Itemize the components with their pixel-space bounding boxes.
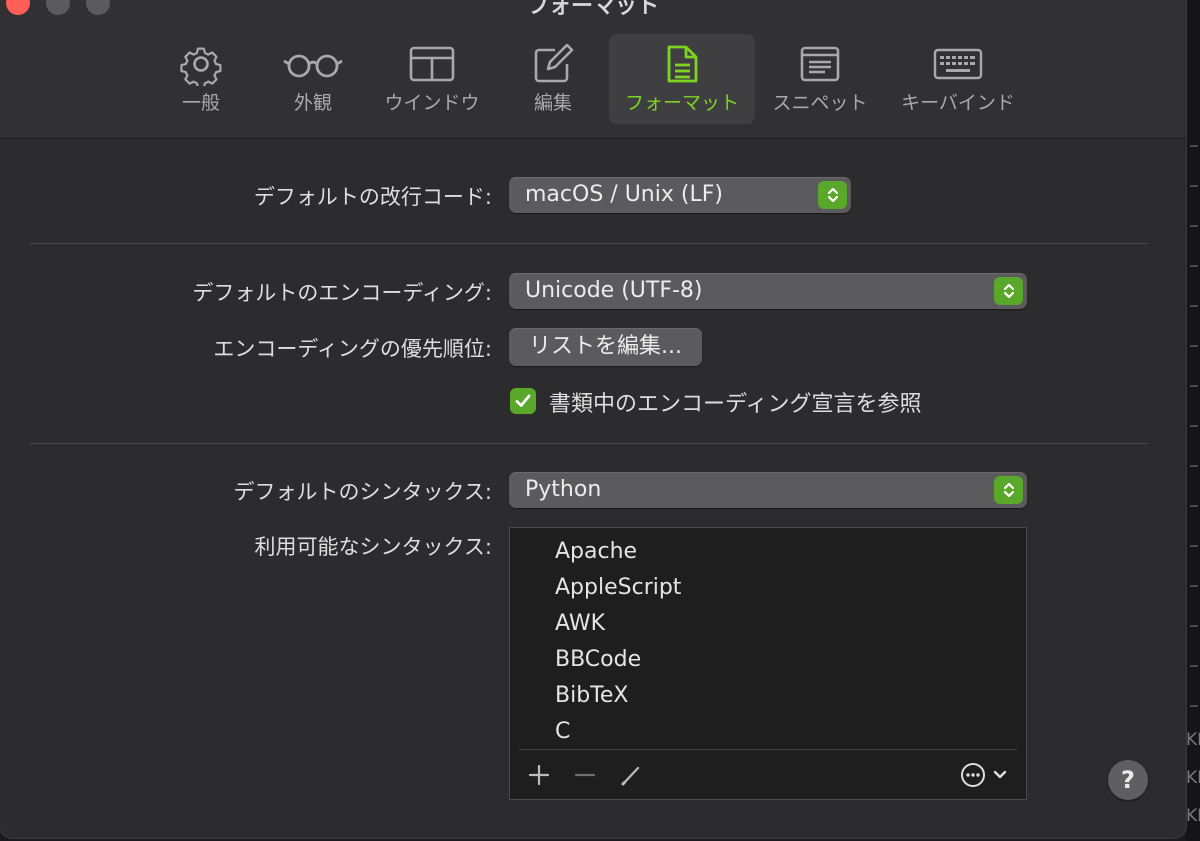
bg-line <box>1190 665 1198 667</box>
bg-line <box>1190 145 1198 147</box>
tab-label: ウインドウ <box>384 92 480 114</box>
tab-snippets[interactable]: スニペット <box>764 34 876 124</box>
document-icon <box>665 44 699 84</box>
edit-list-button[interactable]: リストを編集... <box>509 328 702 366</box>
plus-icon <box>528 764 550 786</box>
bg-text: KE <box>1186 806 1200 826</box>
list-item[interactable]: BibTeX <box>555 683 628 708</box>
encoding-priority-label: エンコーディングの優先順位: <box>213 337 492 361</box>
chevron-updown-icon <box>994 476 1023 504</box>
encoding-label: デフォルトのエンコーディング: <box>192 281 492 305</box>
available-syntax-list[interactable]: Apache AppleScript AWK BBCode BibTeX C <box>509 527 1027 800</box>
chevron-updown-icon <box>818 181 847 209</box>
section-divider <box>30 443 1148 444</box>
window-icon <box>408 44 456 84</box>
default-syntax-label: デフォルトのシンタックス: <box>233 480 492 504</box>
list-item[interactable]: BBCode <box>555 647 641 672</box>
tab-edit[interactable]: 編集 <box>508 34 598 124</box>
refer-declaration-checkbox[interactable] <box>510 388 536 414</box>
bg-line <box>1190 505 1198 507</box>
background-window-edge: KE KE KE <box>1186 0 1200 841</box>
bg-line <box>1190 385 1198 387</box>
tab-label: 外観 <box>293 92 332 114</box>
minus-icon <box>574 773 596 777</box>
available-syntax-label: 利用可能なシンタックス: <box>254 535 492 559</box>
tab-label: キーバインド <box>901 92 1015 114</box>
tab-label: 一般 <box>181 92 220 114</box>
toolbar: フォーマット 一般 外観 ウインドウ 編集 フォーマット スニペット キーバイン… <box>0 0 1186 139</box>
bg-line <box>1190 705 1198 707</box>
refer-declaration-label[interactable]: 書類中のエンコーディング宣言を参照 <box>549 386 921 418</box>
line-ending-label: デフォルトの改行コード: <box>253 185 492 209</box>
tab-format[interactable]: フォーマット <box>609 34 755 124</box>
bg-text: KE <box>1186 730 1200 750</box>
tab-keybindings[interactable]: キーバインド <box>892 34 1024 124</box>
default-syntax-value: Python <box>525 477 602 502</box>
list-footer-divider <box>519 749 1017 750</box>
bg-line <box>1190 265 1198 267</box>
snippet-icon <box>799 44 841 84</box>
bg-line <box>1190 585 1198 587</box>
preferences-window: フォーマット 一般 外観 ウインドウ 編集 フォーマット スニペット キーバイン… <box>0 0 1186 838</box>
pencil-icon <box>621 766 640 786</box>
tab-general[interactable]: 一般 <box>156 34 246 124</box>
encoding-popup[interactable]: Unicode (UTF-8) <box>509 273 1027 309</box>
bg-line <box>1190 465 1198 467</box>
bg-line <box>1190 305 1198 307</box>
list-item[interactable]: AWK <box>555 611 605 636</box>
edit-syntax-button[interactable] <box>618 760 644 790</box>
list-item[interactable]: AppleScript <box>555 575 681 600</box>
action-menu-button[interactable] <box>959 760 1015 790</box>
help-button[interactable]: ? <box>1108 760 1148 800</box>
tab-label: フォーマット <box>624 92 739 114</box>
keyboard-icon <box>932 44 984 84</box>
bg-line <box>1190 225 1198 227</box>
bg-line <box>1190 545 1198 547</box>
gear-icon <box>179 44 223 86</box>
bg-text: KE <box>1186 768 1200 788</box>
ellipsis-circle-icon <box>961 763 1007 787</box>
bg-line <box>1190 185 1198 187</box>
tab-appearance[interactable]: 外観 <box>268 34 358 124</box>
list-item[interactable]: C <box>555 719 570 744</box>
checkmark-icon <box>515 394 531 407</box>
line-ending-popup[interactable]: macOS / Unix (LF) <box>509 177 851 213</box>
bg-line <box>1190 425 1198 427</box>
bg-line <box>1190 625 1198 627</box>
chevron-updown-icon <box>994 277 1023 305</box>
list-item[interactable]: Apache <box>555 539 637 564</box>
add-syntax-button[interactable] <box>526 760 552 790</box>
line-ending-value: macOS / Unix (LF) <box>525 182 723 207</box>
edit-icon <box>531 44 575 84</box>
tab-label: スニペット <box>772 92 868 114</box>
default-syntax-popup[interactable]: Python <box>509 472 1027 508</box>
bg-line <box>1190 345 1198 347</box>
glasses-icon <box>282 44 344 84</box>
encoding-value: Unicode (UTF-8) <box>525 278 703 303</box>
tab-window[interactable]: ウインドウ <box>376 34 488 124</box>
window-title: フォーマット <box>526 0 659 19</box>
remove-syntax-button[interactable] <box>572 760 598 790</box>
section-divider <box>30 243 1148 244</box>
tab-label: 編集 <box>533 92 572 114</box>
